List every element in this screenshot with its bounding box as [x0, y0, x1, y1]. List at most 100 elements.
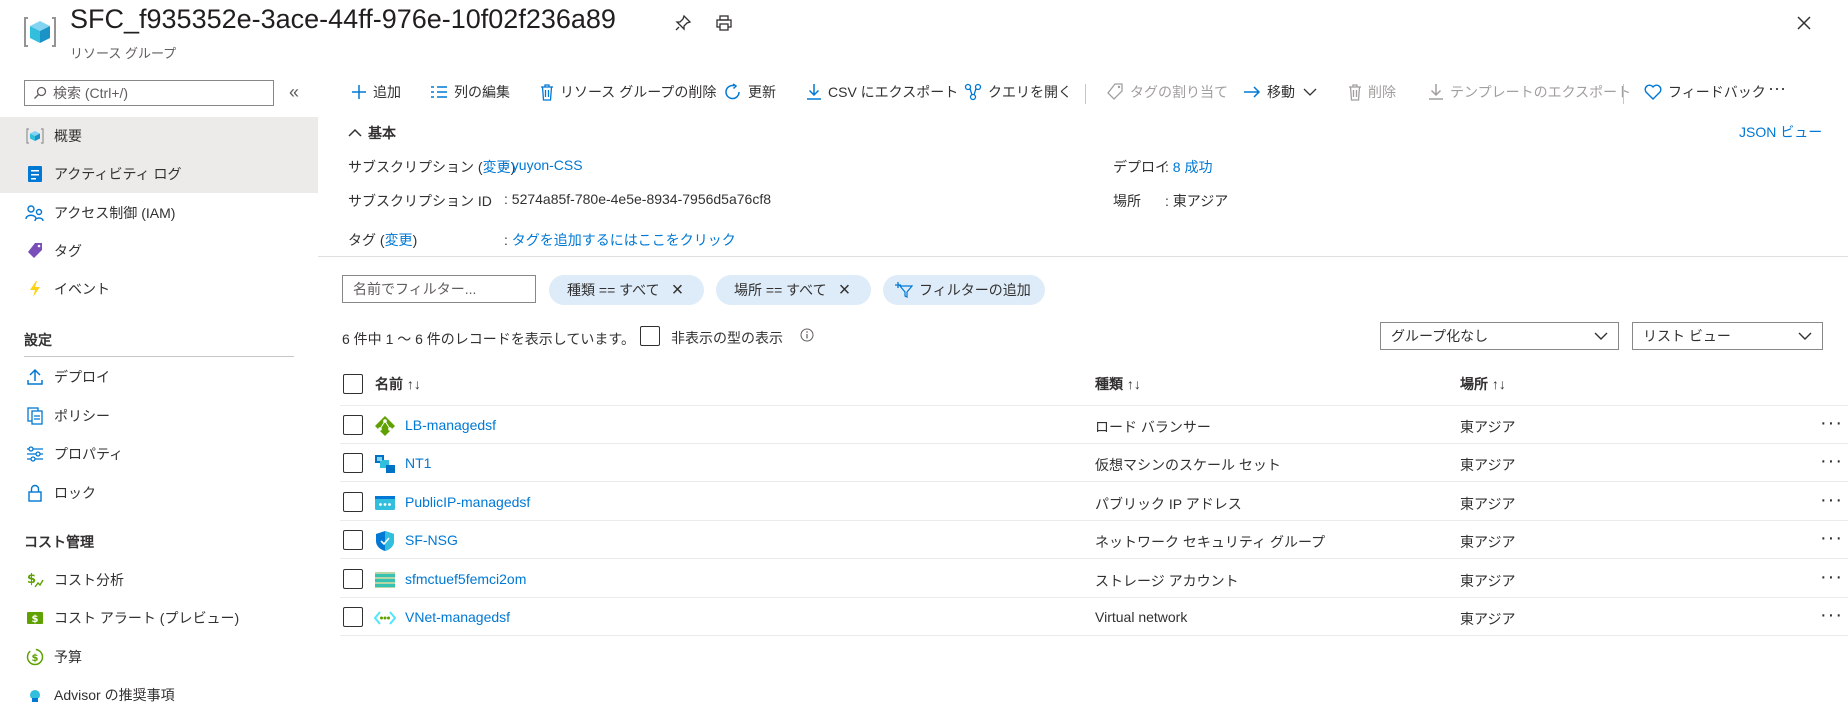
svg-text:$: $	[27, 572, 36, 587]
sidebar-item-label: 予算	[54, 649, 82, 665]
view-dropdown[interactable]: リスト ビュー	[1632, 322, 1823, 350]
add-tags-link[interactable]: タグを追加するにはここをクリック	[512, 232, 736, 248]
row-divider	[340, 635, 1848, 636]
section-heading-cost: コスト管理	[24, 534, 94, 550]
column-header-name[interactable]: 名前 ↑↓	[375, 374, 421, 394]
subscription-link[interactable]: yuyon-CSS	[512, 157, 583, 173]
name-filter-input[interactable]: 名前でフィルター...	[342, 275, 536, 303]
json-view-link[interactable]: JSON ビュー	[1739, 122, 1822, 142]
row-checkbox[interactable]	[343, 530, 363, 550]
essentials-toggle[interactable]: 基本	[348, 123, 396, 143]
row-checkbox[interactable]	[343, 453, 363, 473]
table-row[interactable]: NT1 仮想マシンのスケール セット 東アジア ···	[340, 444, 1848, 482]
sidebar-item-properties[interactable]: プロパティ	[0, 435, 318, 473]
budget-icon: $	[24, 646, 46, 668]
resource-name-link[interactable]: VNet-managedsf	[405, 609, 510, 625]
sidebar-item-activity-log[interactable]: アクティビティ ログ	[0, 155, 318, 193]
sidebar-item-cost-analysis[interactable]: $ コスト分析	[0, 561, 318, 599]
export-csv-button[interactable]: CSV にエクスポート	[806, 82, 958, 102]
page-title: SFC_f935352e-3ace-44ff-976e-10f02f236a89	[70, 4, 616, 34]
table-row[interactable]: PublicIP-managedsf パブリック IP アドレス 東アジア ··…	[340, 483, 1848, 521]
row-more-button[interactable]: ···	[1820, 489, 1843, 512]
table-row[interactable]: sfmctuef5femci2om ストレージ アカウント 東アジア ···	[340, 560, 1848, 598]
sidebar-item-cost-alerts[interactable]: $ コスト アラート (プレビュー)	[0, 599, 318, 637]
assign-tags-button[interactable]: タグの割り当て	[1106, 82, 1228, 102]
info-icon[interactable]	[800, 328, 814, 345]
delete-button[interactable]: 削除	[1348, 82, 1396, 102]
resource-name-link[interactable]: sfmctuef5femci2om	[405, 571, 526, 587]
row-more-button[interactable]: ···	[1820, 604, 1843, 627]
subscription-id-value: : 5274a85f-780e-4e5e-8934-7956d5a76cf8	[504, 191, 772, 207]
delete-resource-group-button[interactable]: リソース グループの削除	[540, 82, 716, 102]
resource-name-link[interactable]: NT1	[405, 455, 431, 471]
change-tags-link[interactable]: 変更	[385, 232, 413, 248]
columns-icon	[430, 85, 448, 99]
column-header-location[interactable]: 場所 ↑↓	[1460, 374, 1506, 394]
resource-group-icon	[22, 14, 58, 50]
sidebar-item-lock[interactable]: ロック	[0, 474, 318, 512]
essentials-divider	[318, 256, 1848, 257]
sidebar-item-label: タグ	[54, 243, 82, 259]
row-more-button[interactable]: ···	[1820, 527, 1843, 550]
svg-text:$: $	[32, 614, 39, 625]
resource-location: 東アジア	[1460, 496, 1516, 512]
close-icon[interactable]: ×	[672, 280, 684, 300]
deployments-link[interactable]: 8 成功	[1173, 159, 1213, 175]
tag-icon	[1106, 83, 1124, 101]
sidebar-search-input[interactable]: 検索 (Ctrl+/)	[24, 80, 274, 106]
row-checkbox[interactable]	[343, 569, 363, 589]
search-placeholder: 検索 (Ctrl+/)	[53, 85, 129, 101]
location-filter-pill[interactable]: 場所 == すべて ×	[716, 275, 871, 305]
close-icon[interactable]	[1792, 11, 1816, 35]
row-more-button[interactable]: ···	[1820, 450, 1843, 473]
resource-name-link[interactable]: PublicIP-managedsf	[405, 494, 530, 510]
grouping-dropdown[interactable]: グループ化なし	[1380, 322, 1619, 350]
table-row[interactable]: SF-NSG ネットワーク セキュリティ グループ 東アジア ···	[340, 521, 1848, 559]
select-all-checkbox[interactable]	[343, 374, 363, 394]
resource-group-icon	[24, 125, 46, 147]
row-checkbox[interactable]	[343, 415, 363, 435]
collapse-sidebar-button[interactable]: «	[289, 82, 299, 103]
trash-icon	[1348, 83, 1362, 101]
lightning-icon	[24, 278, 46, 300]
sidebar-item-tags[interactable]: タグ	[0, 232, 318, 270]
sidebar-item-overview[interactable]: 概要	[0, 117, 318, 155]
heart-icon	[1644, 84, 1662, 100]
sidebar-item-events[interactable]: イベント	[0, 270, 318, 308]
sidebar-item-deploy[interactable]: デプロイ	[0, 358, 318, 396]
location-value: : 東アジア	[1165, 193, 1229, 209]
sidebar-item-iam[interactable]: アクセス制御 (IAM)	[0, 194, 318, 232]
sidebar-item-label: コスト分析	[54, 572, 124, 588]
more-options-button[interactable]: ···	[1768, 78, 1786, 99]
row-more-button[interactable]: ···	[1820, 566, 1843, 589]
arrow-right-icon	[1243, 85, 1261, 99]
row-checkbox[interactable]	[343, 607, 363, 627]
vmss-icon	[374, 453, 396, 475]
add-button[interactable]: 追加	[351, 82, 401, 102]
sidebar-item-budgets[interactable]: $ 予算	[0, 638, 318, 676]
type-filter-pill[interactable]: 種類 == すべて ×	[549, 275, 704, 305]
section-heading-settings: 設定	[24, 332, 52, 348]
pin-icon[interactable]	[671, 11, 695, 35]
nsg-icon	[374, 530, 396, 552]
table-row[interactable]: LB-managedsf ロード バランサー 東アジア ···	[340, 406, 1848, 444]
resource-name-link[interactable]: SF-NSG	[405, 532, 458, 548]
add-filter-button[interactable]: フィルターの追加	[883, 275, 1045, 305]
chevron-down-icon	[1798, 331, 1812, 341]
feedback-button[interactable]: フィードバック	[1644, 82, 1766, 102]
row-more-button[interactable]: ···	[1820, 412, 1843, 435]
print-icon[interactable]	[712, 11, 736, 35]
refresh-button[interactable]: 更新	[724, 82, 776, 102]
export-template-button[interactable]: テンプレートのエクスポート	[1428, 82, 1631, 102]
row-checkbox[interactable]	[343, 492, 363, 512]
table-row[interactable]: VNet-managedsf Virtual network 東アジア ···	[340, 598, 1848, 636]
open-query-button[interactable]: クエリを開く	[964, 82, 1072, 102]
sidebar-item-policy[interactable]: ポリシー	[0, 397, 318, 435]
move-button[interactable]: 移動	[1243, 82, 1317, 102]
column-header-type[interactable]: 種類 ↑↓	[1095, 374, 1141, 394]
show-hidden-types-checkbox[interactable]	[640, 326, 660, 346]
edit-columns-button[interactable]: 列の編集	[430, 82, 510, 102]
resource-name-link[interactable]: LB-managedsf	[405, 417, 496, 433]
sidebar-item-advisor[interactable]: Advisor の推奨事項	[0, 676, 318, 714]
close-icon[interactable]: ×	[839, 280, 851, 300]
